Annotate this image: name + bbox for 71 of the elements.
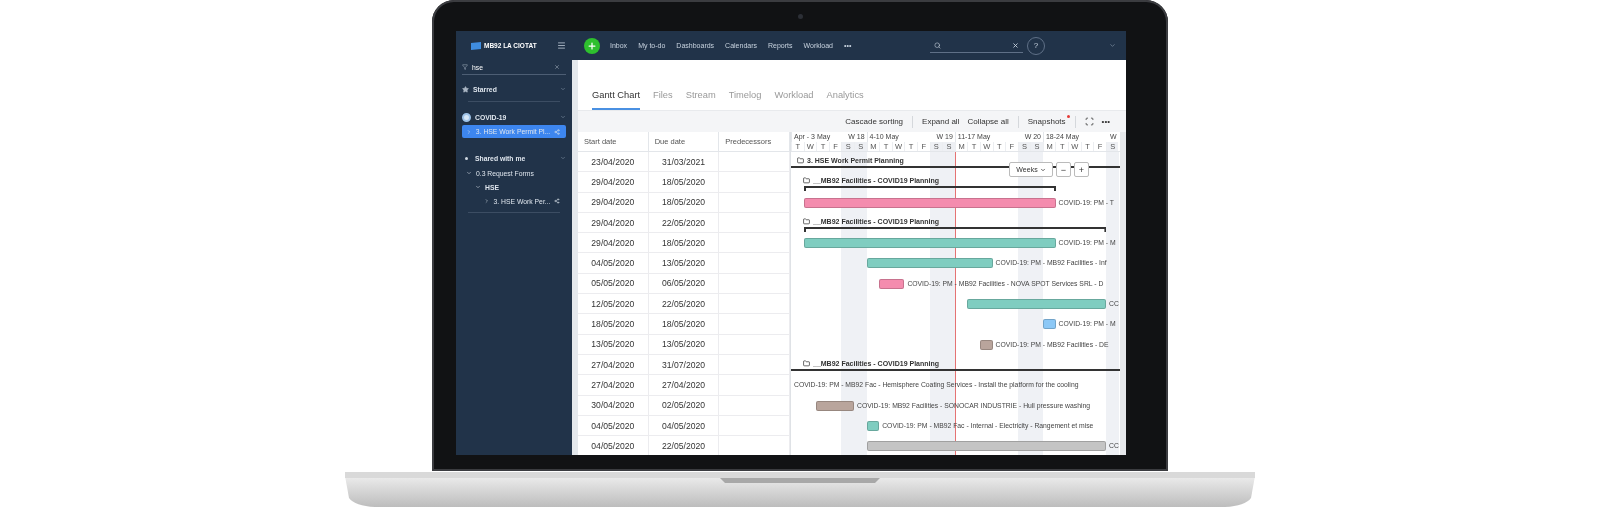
menu-icon[interactable]: [557, 41, 566, 50]
task-bar[interactable]: [866, 420, 880, 431]
table-cell: 04/05/2020: [578, 436, 649, 455]
table-cell: 31/07/2020: [648, 354, 720, 375]
task-bar[interactable]: [980, 339, 993, 350]
table-cell: 27/04/2020: [578, 354, 649, 375]
table-cell: 29/04/2020: [578, 172, 649, 192]
table-cell: 12/05/2020: [578, 294, 649, 314]
cascade-sorting-button[interactable]: Cascade sorting: [841, 117, 908, 126]
table-cell: 22/05/2020: [648, 212, 720, 233]
add-button[interactable]: [584, 37, 600, 54]
table-cell: 13/05/2020: [648, 253, 720, 273]
folder-icon: [803, 177, 810, 185]
table-cell: 04/05/2020: [578, 253, 649, 273]
scrollbar[interactable]: [1120, 132, 1126, 455]
avatar-icon: [462, 112, 471, 122]
table-cell: 31/03/2021: [648, 152, 720, 172]
table-cell: 18/05/2020: [648, 192, 720, 212]
zoom-in-button[interactable]: +: [1074, 162, 1089, 177]
folder-icon: [803, 359, 810, 367]
table-cell: 22/05/2020: [648, 436, 720, 455]
table-cell: 18/05/2020: [648, 314, 720, 334]
user-menu-button[interactable]: [1109, 42, 1116, 49]
task-bar[interactable]: [879, 278, 905, 289]
chevron-icon[interactable]: [560, 86, 566, 92]
table-cell: 04/05/2020: [578, 415, 649, 436]
task-bar[interactable]: [803, 197, 1056, 208]
table-cell: 22/05/2020: [648, 294, 720, 314]
table-cell: 23/04/2020: [578, 152, 649, 172]
task-bar[interactable]: [866, 258, 993, 269]
camera-dot: [797, 14, 803, 19]
search-icon: [934, 41, 941, 49]
caret-icon: [1039, 166, 1046, 173]
expand-all-button[interactable]: Expand all: [918, 117, 964, 126]
table-cell: 30/04/2020: [578, 395, 649, 415]
table-cell: 13/05/2020: [578, 334, 649, 354]
table-cell: 29/04/2020: [578, 233, 649, 253]
task-bar[interactable]: [967, 299, 1106, 310]
table-cell: 04/05/2020: [648, 415, 720, 436]
table-cell: 02/05/2020: [648, 395, 720, 415]
table-cell: 18/05/2020: [648, 233, 720, 253]
table-cell: 29/04/2020: [578, 192, 649, 212]
more-button[interactable]: •••: [1097, 117, 1114, 126]
task-bar[interactable]: [816, 400, 854, 411]
filter-icon: [462, 64, 468, 70]
chevron-icon: [1109, 42, 1116, 49]
zoom-out-button[interactable]: −: [1056, 162, 1071, 177]
table-cell: 27/04/2020: [648, 375, 720, 395]
chevron-icon[interactable]: [560, 114, 566, 120]
snapshots-button[interactable]: Snapshots: [1023, 117, 1070, 126]
collapse-all-button[interactable]: Collapse all: [963, 117, 1013, 126]
task-bar[interactable]: [1043, 319, 1056, 330]
chevron-icon[interactable]: [560, 155, 566, 161]
table-cell: 27/04/2020: [578, 375, 649, 395]
star-icon: [462, 85, 469, 93]
table-cell: 29/04/2020: [578, 212, 649, 233]
task-bar[interactable]: [866, 441, 1106, 452]
fullscreen-icon: [1084, 117, 1094, 126]
folder-icon: [797, 157, 804, 164]
table-cell: 13/05/2020: [648, 334, 720, 354]
plus-icon: [587, 40, 597, 51]
folder-icon: [803, 217, 810, 225]
logo-icon: [470, 41, 482, 50]
share-icon[interactable]: [554, 198, 560, 204]
table-cell: 18/05/2020: [578, 314, 649, 334]
table-cell: 06/05/2020: [648, 273, 720, 294]
bullet-icon: [465, 156, 468, 160]
close-icon[interactable]: [1012, 41, 1019, 49]
task-bar[interactable]: [803, 238, 1056, 249]
table-cell: 05/05/2020: [578, 273, 649, 294]
table-cell: 18/05/2020: [648, 172, 720, 192]
